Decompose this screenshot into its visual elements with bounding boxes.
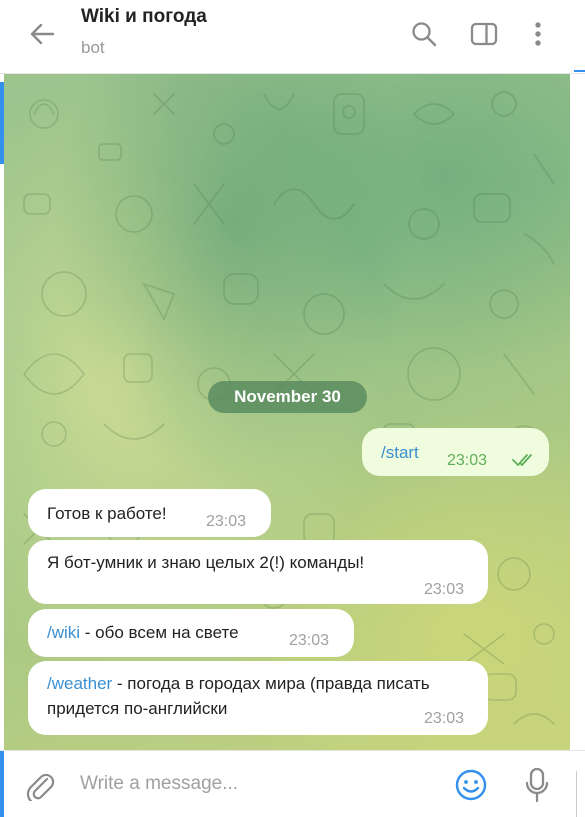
message-text: Я бот-умник и знаю целых 2(!) команды! bbox=[47, 553, 365, 572]
message-incoming[interactable]: Готов к работе! 23:03 bbox=[28, 489, 271, 537]
scroll-accent bbox=[574, 70, 585, 72]
panel-divider bbox=[576, 771, 585, 817]
date-separator: November 30 bbox=[208, 381, 367, 413]
message-text: /weather - погода в городах мира (правда… bbox=[47, 671, 467, 721]
message-input[interactable] bbox=[80, 769, 420, 799]
message-time: 23:03 bbox=[424, 710, 465, 727]
message-time: 23:03 bbox=[206, 513, 247, 530]
message-incoming[interactable]: /wiki - обо всем на свете 23:03 bbox=[28, 609, 354, 657]
right-panel-edge bbox=[570, 74, 585, 750]
message-composer bbox=[0, 750, 585, 817]
sidebar-toggle-button[interactable] bbox=[468, 18, 500, 50]
search-button[interactable] bbox=[408, 18, 440, 50]
paperclip-icon bbox=[26, 773, 55, 801]
message-time: 23:03 bbox=[289, 632, 330, 649]
message-incoming[interactable]: /weather - погода в городах мира (правда… bbox=[28, 661, 488, 735]
message-incoming[interactable]: Я бот-умник и знаю целых 2(!) команды! 2… bbox=[28, 540, 488, 604]
command-link[interactable]: /wiki bbox=[47, 623, 80, 642]
microphone-icon bbox=[525, 767, 549, 803]
sidebar-toggle-icon bbox=[470, 22, 498, 46]
message-body: - обо всем на свете bbox=[80, 623, 239, 642]
more-button[interactable] bbox=[522, 18, 554, 50]
attach-button[interactable] bbox=[22, 767, 58, 803]
double-check-icon bbox=[511, 450, 539, 475]
voice-record-button[interactable] bbox=[518, 765, 556, 805]
command-link[interactable]: /weather bbox=[47, 674, 112, 693]
chat-header: Wiki и погода bot bbox=[0, 0, 585, 74]
chat-title[interactable]: Wiki и погода bbox=[81, 6, 207, 28]
composer-accent bbox=[0, 751, 4, 817]
more-vertical-icon bbox=[535, 22, 541, 46]
message-time: 23:03 bbox=[447, 452, 488, 469]
smile-icon bbox=[455, 769, 487, 801]
chat-subtitle: bot bbox=[81, 38, 105, 57]
back-button[interactable] bbox=[26, 18, 58, 50]
emoji-button[interactable] bbox=[452, 766, 490, 804]
search-icon bbox=[412, 22, 437, 47]
command-link[interactable]: /start bbox=[381, 443, 419, 462]
left-accent bbox=[0, 82, 4, 164]
message-text: Готов к работе! bbox=[47, 504, 167, 523]
message-text: /start bbox=[381, 440, 419, 465]
message-time: 23:03 bbox=[424, 581, 465, 598]
arrow-left-icon bbox=[30, 23, 55, 45]
message-text: /wiki - обо всем на свете bbox=[47, 620, 239, 645]
message-outgoing[interactable]: /start 23:03 bbox=[362, 428, 549, 476]
